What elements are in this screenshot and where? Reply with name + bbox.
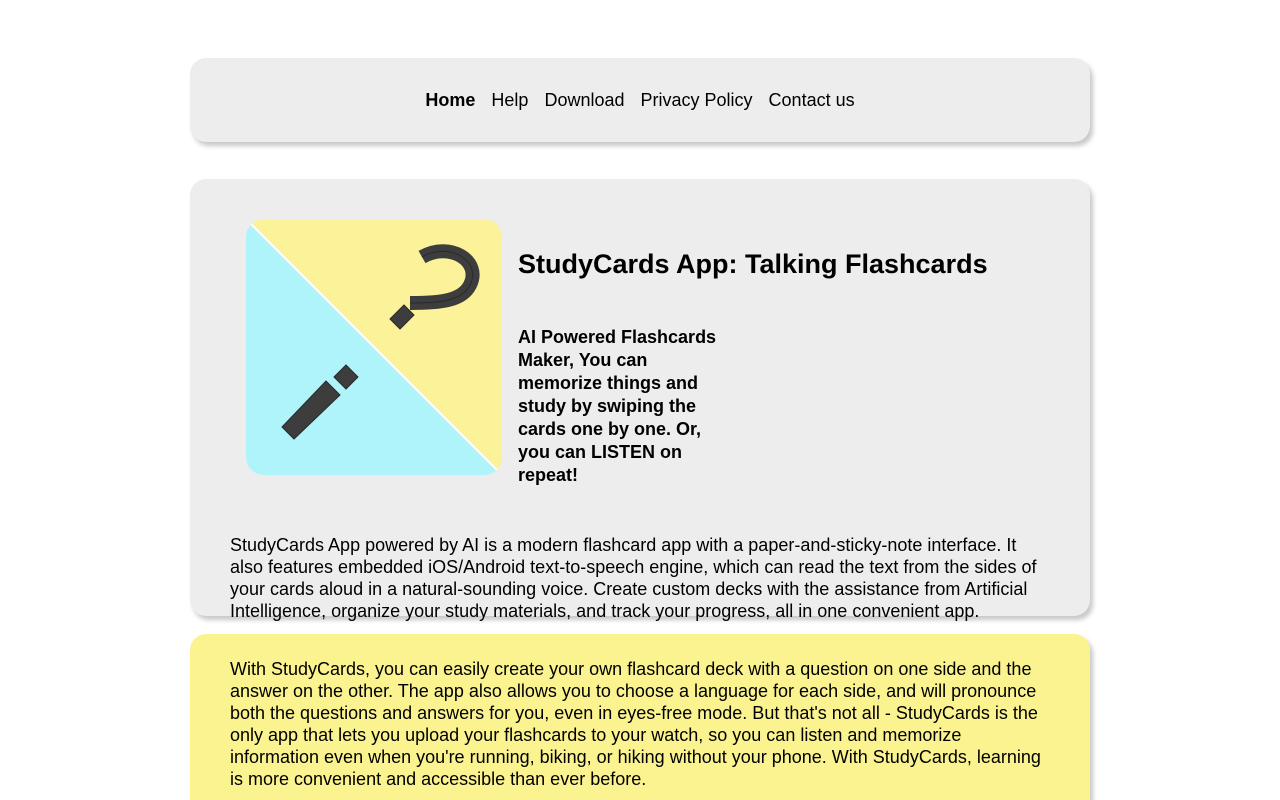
nav-help-link[interactable]: Help [491, 91, 528, 109]
hero-description: StudyCards App powered by AI is a modern… [230, 535, 1037, 622]
page: Home Help Download Privacy Policy Contac… [0, 0, 1280, 800]
nav-contact-us-link[interactable]: Contact us [769, 91, 855, 109]
top-nav: Home Help Download Privacy Policy Contac… [190, 58, 1090, 142]
hero-card: StudyCards App: Talking Flashcards AI Po… [190, 179, 1090, 621]
info-card: With StudyCards, you can easily create y… [190, 634, 1090, 800]
info-description: With StudyCards, you can easily create y… [230, 659, 1041, 789]
nav-home-link[interactable]: Home [425, 91, 475, 109]
nav-download-link[interactable]: Download [544, 91, 624, 109]
nav-privacy-policy-link[interactable]: Privacy Policy [641, 91, 753, 109]
question-exclamation-app-icon [246, 219, 502, 475]
